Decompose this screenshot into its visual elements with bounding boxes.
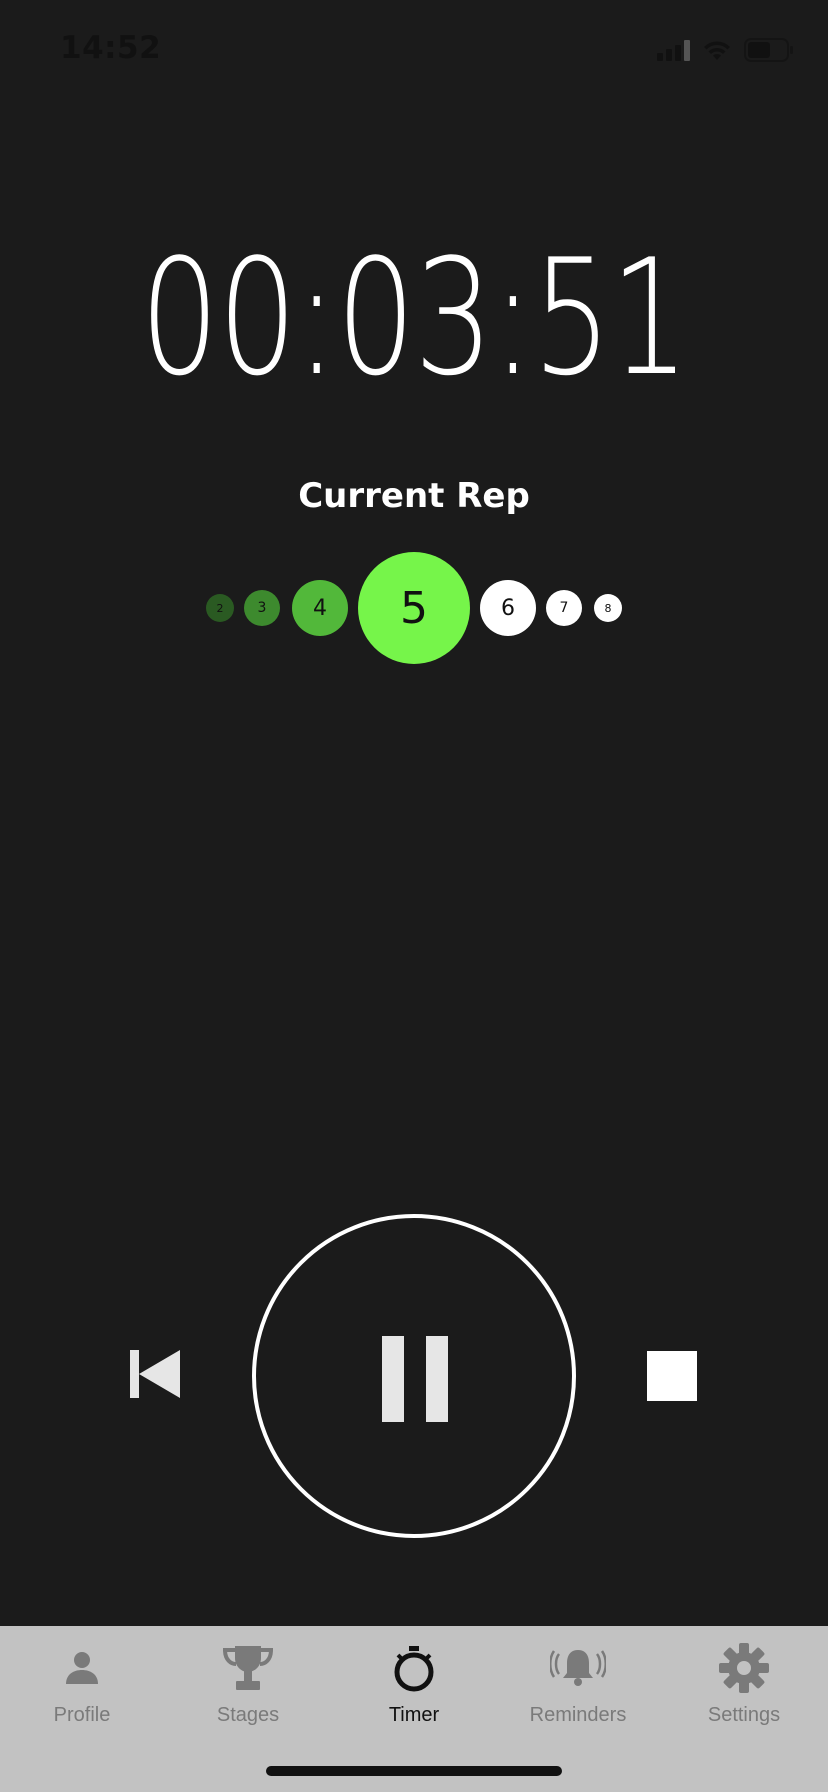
rep-number: 4 bbox=[313, 595, 327, 621]
pause-button[interactable] bbox=[252, 1214, 576, 1538]
wifi-icon bbox=[702, 39, 732, 61]
timer-screen: 14:52 00:03:51 Current Rep 2 3 4 5 6 7 8… bbox=[0, 0, 828, 1792]
previous-rep-button[interactable] bbox=[128, 1348, 180, 1400]
trophy-icon bbox=[220, 1640, 276, 1696]
rep-dot-5-current: 5 bbox=[358, 552, 470, 664]
rep-progress-row: 2 3 4 5 6 7 8 bbox=[0, 552, 828, 664]
status-bar: 14:52 bbox=[0, 0, 828, 100]
tab-label: Stages bbox=[216, 1704, 280, 1726]
current-rep-label: Current Rep bbox=[298, 476, 530, 516]
rep-dot-2: 2 bbox=[206, 594, 234, 622]
gear-icon bbox=[716, 1640, 772, 1696]
home-indicator bbox=[266, 1766, 562, 1776]
rep-number: 5 bbox=[400, 582, 428, 634]
rep-number: 6 bbox=[501, 595, 515, 621]
status-icons bbox=[657, 36, 794, 64]
skip-back-icon bbox=[130, 1350, 180, 1398]
elapsed-time-display: 00:03:51 bbox=[139, 224, 690, 411]
tab-profile[interactable]: Profile bbox=[2, 1640, 162, 1740]
stopwatch-icon bbox=[386, 1640, 442, 1696]
rep-number: 3 bbox=[257, 600, 267, 616]
bell-icon bbox=[550, 1640, 606, 1696]
playback-controls bbox=[0, 1212, 828, 1538]
cellular-signal-icon bbox=[657, 39, 690, 61]
person-icon bbox=[54, 1640, 110, 1696]
stop-button[interactable] bbox=[647, 1351, 697, 1401]
tab-reminders[interactable]: Reminders bbox=[498, 1640, 658, 1740]
rep-number: 7 bbox=[559, 600, 569, 616]
tab-settings[interactable]: Settings bbox=[664, 1640, 824, 1740]
tab-label: Timer bbox=[388, 1704, 440, 1726]
tab-bar: Profile Stages Timer Reminders Settings bbox=[0, 1626, 828, 1792]
rep-number: 2 bbox=[216, 601, 224, 615]
tab-stages[interactable]: Stages bbox=[168, 1640, 328, 1740]
tab-label: Settings bbox=[707, 1704, 781, 1726]
rep-dot-3: 3 bbox=[244, 590, 280, 626]
battery-icon bbox=[744, 38, 794, 62]
tab-timer[interactable]: Timer bbox=[334, 1640, 494, 1740]
rep-dot-6: 6 bbox=[480, 580, 536, 636]
rep-dot-4: 4 bbox=[292, 580, 348, 636]
rep-number: 8 bbox=[604, 601, 612, 615]
status-time: 14:52 bbox=[60, 30, 162, 66]
rep-dot-7: 7 bbox=[546, 590, 582, 626]
rep-dot-8: 8 bbox=[594, 594, 622, 622]
tab-label: Reminders bbox=[529, 1704, 627, 1726]
tab-label: Profile bbox=[53, 1704, 111, 1726]
